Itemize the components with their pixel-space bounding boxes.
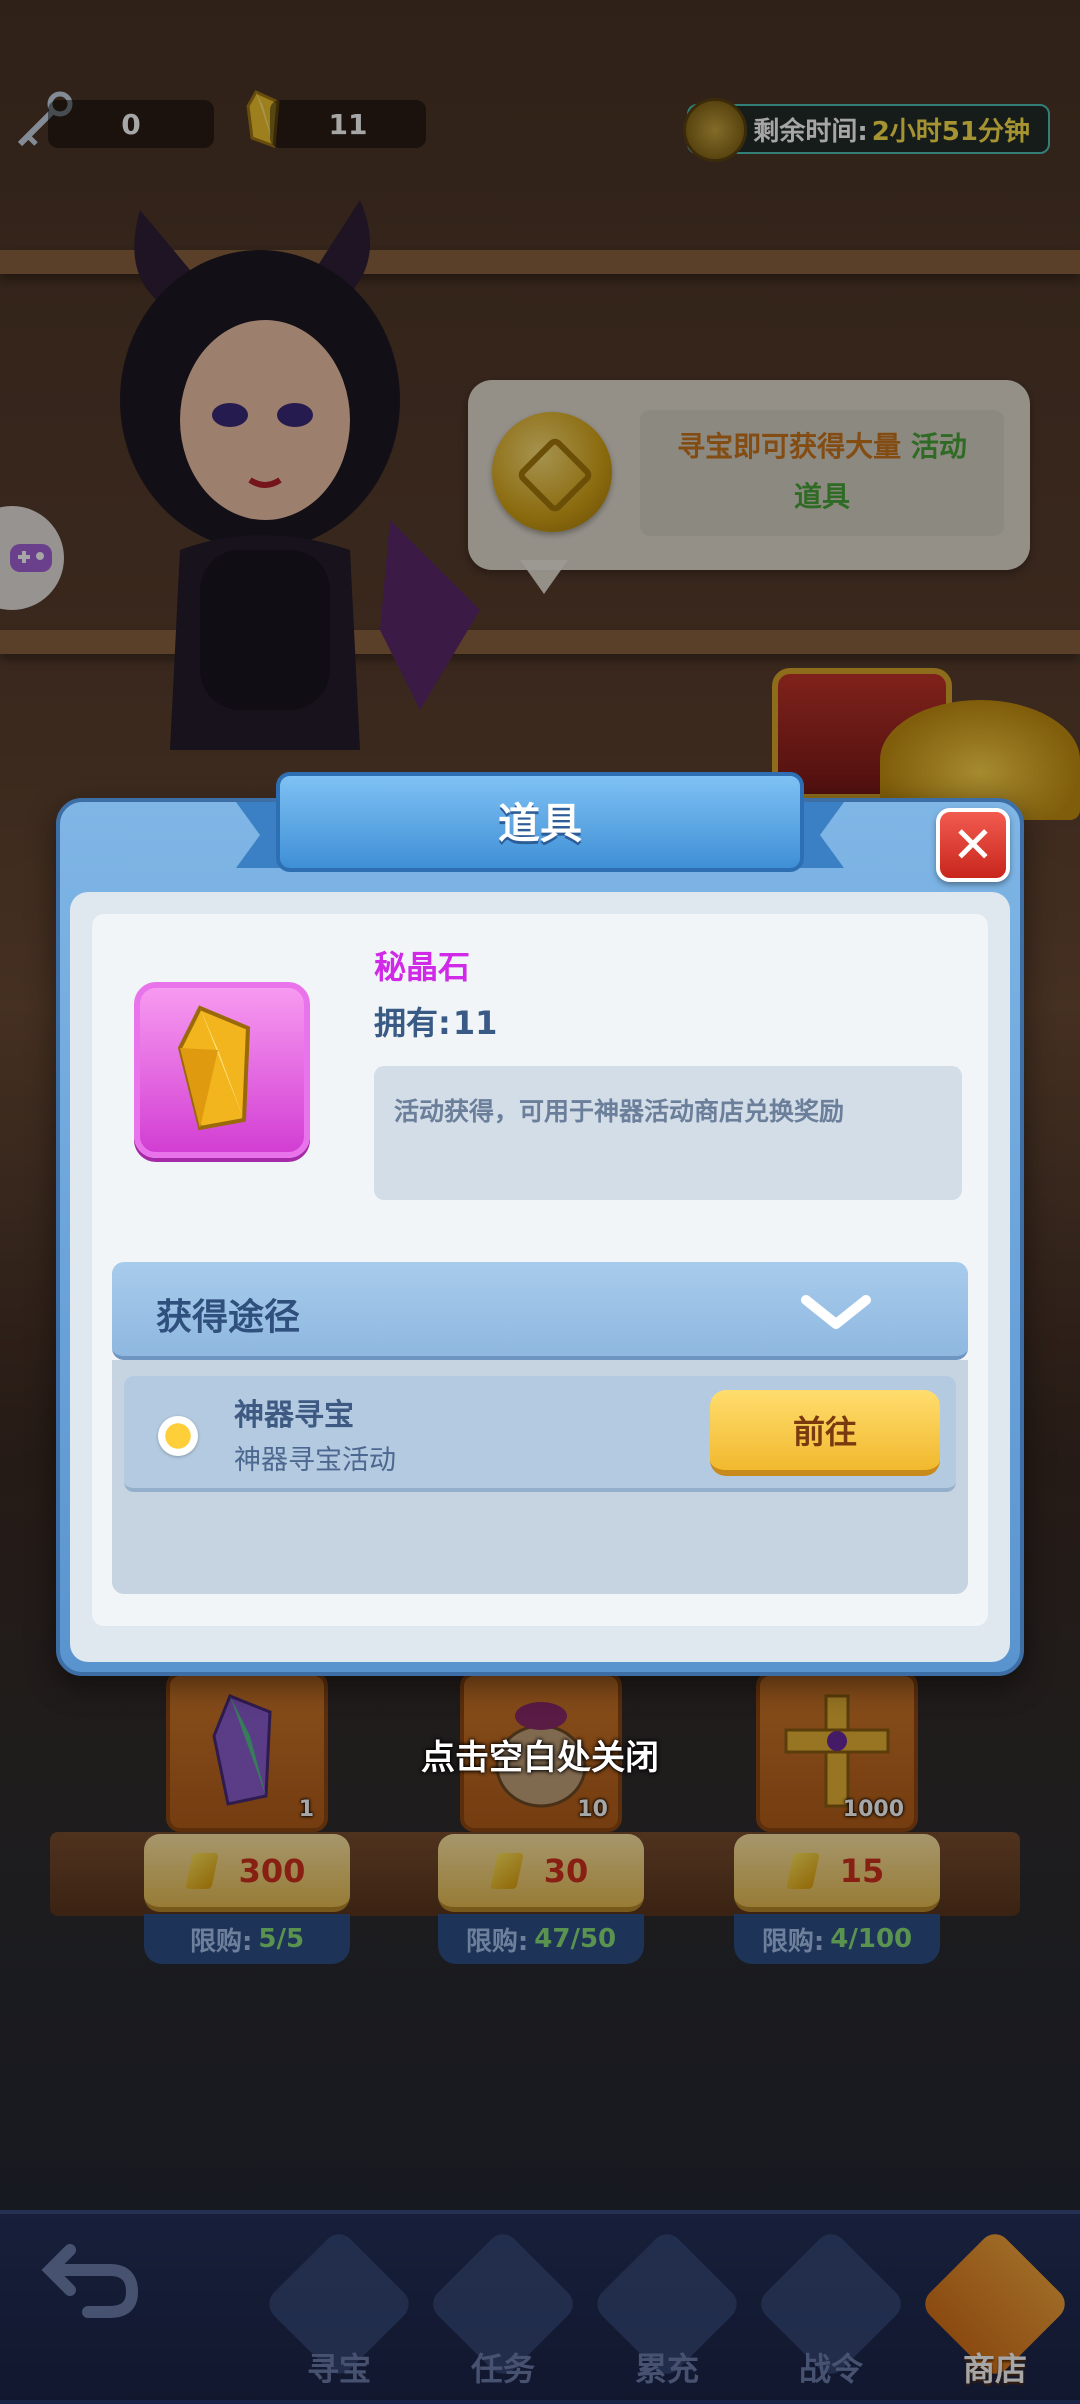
acquire-header[interactable]: 获得途径 [112,1262,968,1360]
mystic-crystal-icon [177,1005,251,1131]
owned-label: 拥有: [374,1004,451,1042]
item-description: 活动获得，可用于神器活动商店兑换奖励 [374,1066,962,1200]
chevron-down-icon [801,1295,871,1329]
owned-value: 11 [452,1004,498,1042]
item-icon-frame [134,982,310,1158]
modal-title-ribbon: 道具 [236,772,844,878]
modal-title: 道具 [497,799,582,848]
acquire-title: 获得途径 [156,1297,301,1338]
close-icon: ✕ [952,816,994,874]
route-title: 神器寻宝 [234,1398,354,1433]
close-button[interactable]: ✕ [936,808,1010,882]
route-bullet-icon [158,1416,198,1456]
route-subtitle: 神器寻宝活动 [234,1445,396,1476]
close-hint: 点击空白处关闭 [421,1738,659,1778]
go-button[interactable]: 前往 [710,1390,940,1476]
item-name: 秘晶石 [374,948,471,986]
owned-count: 拥有:11 [374,998,497,1044]
